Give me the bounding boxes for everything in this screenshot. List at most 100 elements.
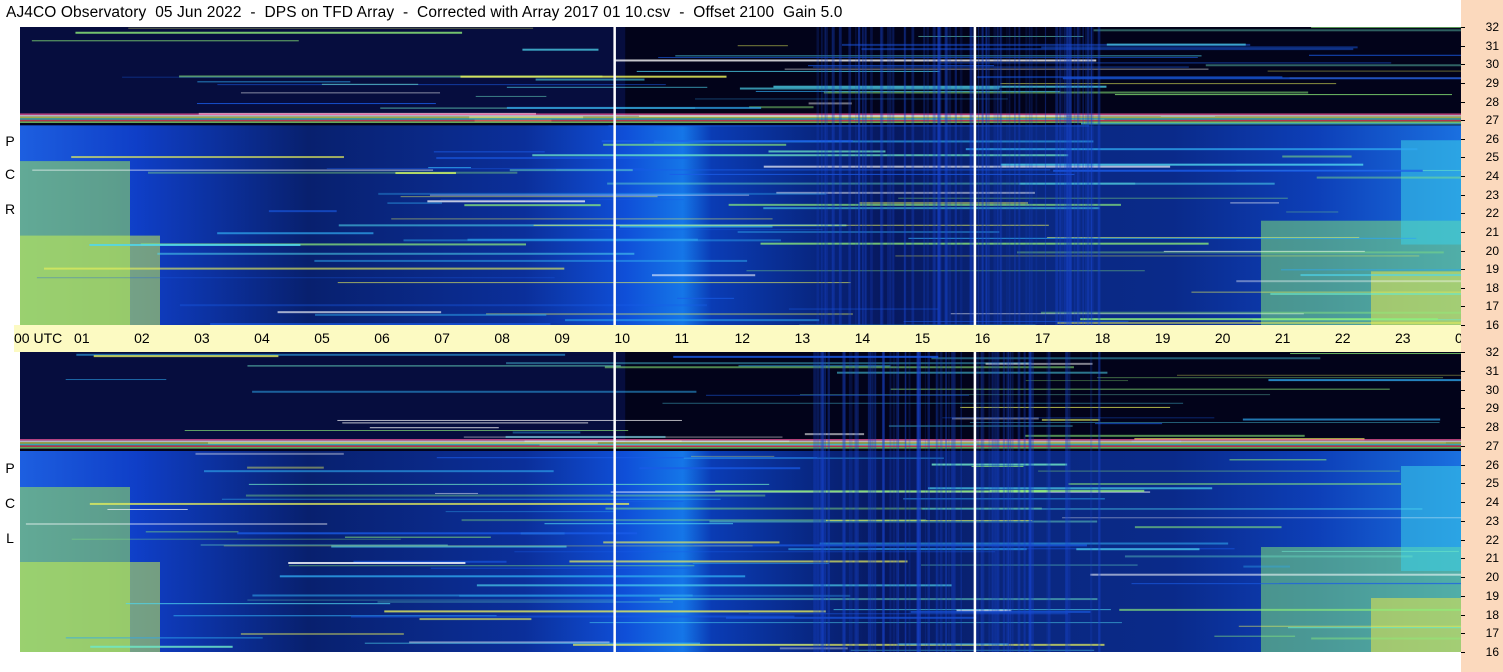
spectrogram-vertical-streak [926, 27, 929, 325]
time-tick-label: 02 [134, 330, 150, 346]
spectrogram-vertical-streak [1073, 27, 1076, 325]
bottom-strip [0, 652, 1461, 672]
spectrogram-vertical-streak [980, 352, 983, 652]
spectrogram-interference-line [430, 567, 690, 569]
spectrogram-vertical-streak [945, 352, 948, 652]
frequency-tick-label: 25 [1485, 476, 1499, 491]
time-tick-label: 08 [494, 330, 510, 346]
spectrogram-interference-line [217, 232, 374, 235]
spectrogram-vertical-streak [1063, 27, 1066, 325]
spectrogram-interference-line [601, 140, 853, 143]
spectrogram-interference-line [1062, 517, 1461, 519]
spectrogram-vertical-streak [987, 27, 990, 325]
spectrogram-vertical-streak [976, 352, 980, 652]
frequency-tick-label: 17 [1485, 626, 1499, 641]
spectrogram-vertical-streak [824, 352, 826, 652]
spectrogram-interference-line [433, 151, 545, 153]
spectrogram-vertical-streak [1058, 27, 1062, 325]
spectrogram-vertical-streak [816, 27, 819, 325]
frequency-tick-label: 30 [1485, 57, 1499, 72]
spectrogram-interference-line [217, 84, 666, 86]
spectrogram-interference-line [378, 192, 827, 195]
spectrogram-interference-line [1191, 291, 1461, 293]
spectrogram-interference-line [1090, 573, 1461, 576]
spectrogram-interference-line [1097, 377, 1444, 379]
spectrogram-interference-line [463, 436, 783, 438]
spectrogram-interference-line [179, 304, 707, 307]
spectrogram-vertical-streak [889, 27, 892, 325]
spectrogram-vertical-streak [969, 27, 972, 325]
spectrogram-interference-line [475, 95, 547, 97]
spectrogram-vertical-streak [933, 27, 936, 325]
spectrogram-vertical-streak [1046, 352, 1049, 652]
spectrogram-vertical-streak [889, 352, 892, 652]
spectrogram-interference-line [1017, 251, 1444, 254]
frequency-tick-label: 21 [1485, 551, 1499, 566]
time-tick-label: 11 [674, 330, 689, 346]
spectrogram-vertical-streak [916, 352, 919, 652]
spectrogram-vertical-streak [944, 27, 948, 325]
spectrogram-interference-line [89, 502, 630, 505]
spectrogram-vertical-streak [887, 27, 890, 325]
spectrogram-vertical-streak [908, 352, 911, 652]
spectrogram-vertical-streak [923, 27, 926, 325]
spectrogram-interference-line [1093, 29, 1461, 32]
spectrogram-interference-line [1134, 526, 1282, 529]
spectrogram-vertical-streak [939, 352, 943, 652]
spectrogram-vertical-streak [1028, 27, 1030, 325]
spectrogram-interference-line [1025, 380, 1129, 382]
spectrogram-strong-band [20, 119, 1461, 122]
spectrogram-interference-line [890, 388, 1390, 390]
frequency-tick [1461, 250, 1465, 252]
spectrogram-interference-line [321, 83, 419, 85]
frequency-tick-label: 22 [1485, 206, 1499, 221]
spectrogram-interference-line [1316, 176, 1461, 179]
spectrogram-interference-line [1076, 548, 1200, 551]
frequency-tick-label: 32 [1485, 345, 1499, 359]
spectrogram-vertical-streak [821, 27, 823, 325]
spectrogram-interference-line [32, 169, 434, 171]
spectrogram-vertical-streak [867, 352, 871, 652]
spectrogram-interference-line [1280, 269, 1461, 271]
spectrogram-vertical-streak [959, 27, 963, 325]
spectrogram-strong-band [20, 115, 1461, 117]
spectrogram-interference-line [1242, 418, 1441, 421]
spectrogram-interference-line [1270, 292, 1461, 295]
spectrogram-vertical-streak [995, 352, 998, 652]
spectrogram-vertical-streak [858, 27, 860, 325]
spectrogram-vertical-streak [948, 27, 952, 325]
spectrogram-interference-line [603, 541, 780, 544]
spectrogram-vertical-streak [924, 352, 927, 652]
spectrogram-vertical-streak [1078, 27, 1081, 325]
spectrogram-interference-line [965, 148, 1418, 151]
time-tick-label: 16 [974, 330, 991, 346]
frequency-tick-label: 18 [1485, 280, 1499, 295]
time-tick-label: 03 [194, 330, 210, 346]
spectrogram-vertical-streak [1068, 27, 1071, 325]
spectrogram-vertical-streak [1047, 352, 1051, 652]
spectrogram-interference-line [145, 531, 239, 533]
time-tick-label: 21 [1274, 330, 1291, 346]
chart-title: AJ4CO Observatory 05 Jun 2022 - DPS on T… [6, 4, 843, 21]
time-tick-label: 19 [1154, 330, 1171, 346]
spectrogram-vertical-streak [1044, 27, 1047, 325]
spectrogram-interference-line [89, 243, 301, 246]
spectrogram-interference-line [288, 565, 695, 567]
spectrogram-vertical-streak [864, 27, 867, 325]
spectrogram-interference-line [737, 45, 788, 47]
spectrogram-vertical-streak [1017, 352, 1021, 652]
spectrogram-interference-line [326, 168, 644, 170]
spectrogram-interference-line [223, 545, 753, 547]
spectrogram-interference-line [535, 78, 645, 81]
spectrogram-interference-line [196, 103, 436, 105]
frequency-tick-label: 32 [1485, 20, 1499, 34]
spectrogram-interference-line [460, 75, 727, 78]
spectrogram-vertical-streak [832, 27, 835, 325]
frequency-tick-label: 27 [1485, 113, 1499, 128]
spectrogram-interference-line [603, 143, 787, 146]
spectrogram-interference-line [619, 225, 773, 228]
frequency-tick [1461, 120, 1465, 122]
lcp-label-c: C [4, 495, 16, 511]
time-tick-label: 17 [1034, 330, 1051, 346]
frequency-tick-label: 27 [1485, 438, 1499, 453]
